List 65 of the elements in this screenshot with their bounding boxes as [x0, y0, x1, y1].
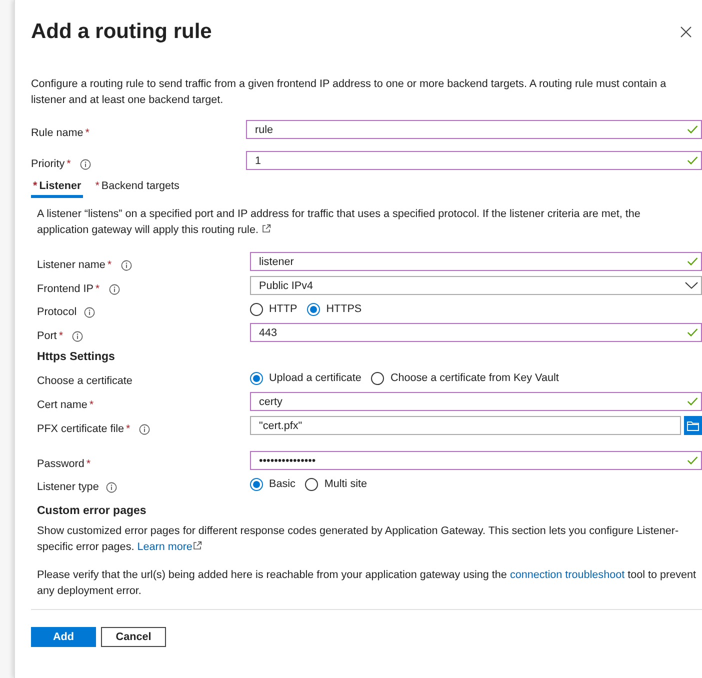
radio-option[interactable]: HTTP	[250, 302, 298, 316]
checkmark-icon	[687, 125, 698, 134]
section-heading: Https Settings	[37, 351, 116, 363]
tab[interactable]: * Listener	[31, 180, 84, 198]
required-asterisk: *	[89, 399, 94, 411]
required-asterisk: *	[86, 458, 91, 470]
panel-title: Add a routing rule	[31, 20, 212, 44]
info-icon[interactable]	[108, 284, 120, 294]
field-label: PFX certificate file	[37, 423, 124, 435]
external-link-icon	[262, 224, 272, 233]
field-label: Protocol	[37, 306, 77, 318]
field-label: Rule name	[31, 127, 84, 139]
folder-icon	[687, 420, 699, 430]
info-icon[interactable]	[80, 158, 91, 170]
section-heading: Custom error pages	[37, 505, 148, 517]
text-field[interactable]: 1	[246, 151, 702, 170]
info-icon[interactable]	[106, 482, 117, 492]
description: Configure a routing rule to send traffic from a given frontend IP address to one or more backend targets. A routing rule must contain a listener and at least one backend target.	[31, 77, 668, 108]
radio-option[interactable]: Upload a certificate	[250, 372, 362, 384]
required-asterisk: *	[66, 158, 71, 170]
field-label: Frontend IP	[37, 283, 94, 295]
troubleshoot-link[interactable]: connection troubleshoot	[510, 569, 625, 581]
required-asterisk: *	[58, 330, 64, 342]
checkmark-icon	[687, 397, 698, 406]
chevron-down-icon	[685, 282, 698, 289]
field-label: Priority	[31, 158, 65, 170]
required-asterisk: *	[95, 283, 100, 295]
info-icon[interactable]	[84, 306, 95, 318]
info-icon[interactable]	[139, 424, 150, 434]
required-asterisk: *	[126, 423, 130, 435]
radio-option[interactable]: Choose a certificate from Key Vault	[371, 372, 559, 384]
radio-option[interactable]: Multi site	[305, 478, 368, 490]
add-button[interactable]: Add	[31, 627, 96, 647]
external-link-icon	[193, 541, 202, 550]
field-label: Password	[37, 458, 84, 470]
field-label: Listener type	[37, 481, 99, 493]
info-icon[interactable]	[72, 330, 84, 342]
checkmark-icon	[687, 156, 698, 165]
learn-more-link[interactable]: Learn more	[137, 541, 192, 553]
required-asterisk: *	[107, 259, 112, 271]
tab[interactable]: * Backend targets	[93, 180, 182, 198]
radio-option[interactable]: HTTPS	[307, 302, 362, 316]
field-label: Port	[37, 330, 57, 342]
folder-button[interactable]	[684, 416, 702, 435]
required-asterisk: *	[85, 127, 90, 139]
text-field[interactable]: listener	[250, 252, 702, 271]
file-field[interactable]: "cert.pfx"	[250, 416, 681, 435]
radio-option[interactable]: Basic	[250, 478, 296, 490]
checkmark-icon	[687, 257, 698, 266]
close-button[interactable]	[678, 24, 694, 40]
custom-errors-text: Show customized error pages for different response codes generated by Application Gateway. This section lets you configure Listener-specific error pages. Learn more	[37, 524, 680, 555]
cancel-button[interactable]: Cancel	[101, 627, 166, 647]
verify-text: Please verify that the url(s) being added here is reachable from your application gateway using the connection troubleshoot tool to prevent any deployment error.	[37, 568, 698, 599]
checkmark-icon	[687, 456, 698, 465]
text-field[interactable]: certy	[250, 392, 702, 411]
checkmark-icon	[687, 328, 698, 337]
info-icon[interactable]	[120, 260, 132, 270]
field-label: Choose a certificate	[37, 375, 132, 387]
field-label: Cert name	[37, 399, 88, 411]
password-field[interactable]: •••••••••••••••	[250, 451, 702, 470]
field-label: Listener name	[37, 259, 106, 271]
text-field[interactable]: 443	[250, 323, 702, 342]
dropdown[interactable]: Public IPv4	[250, 276, 702, 295]
listener-description: A listener “listens” on a specified port and IP address for traffic that uses a specified protocol. If the listener criteria are met, the application gateway will apply this routing rule.	[37, 207, 642, 238]
text-field[interactable]: rule	[246, 120, 702, 139]
